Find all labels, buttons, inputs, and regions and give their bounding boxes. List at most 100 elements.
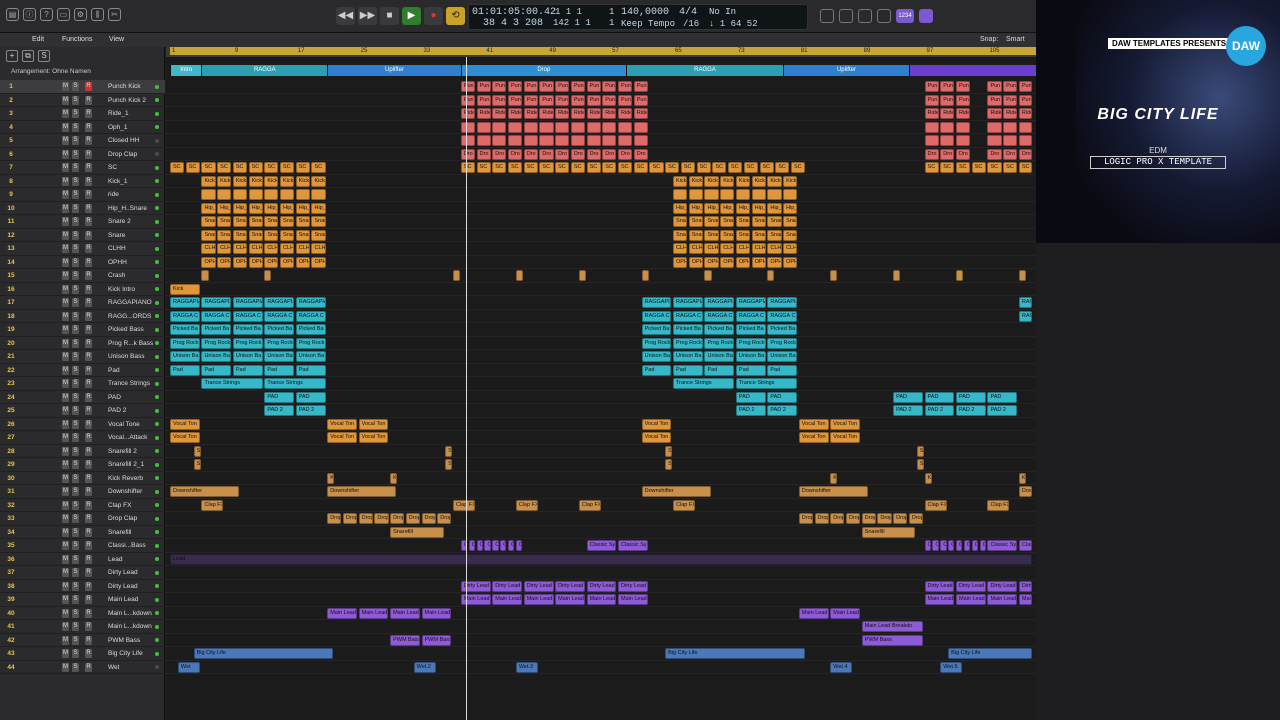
region[interactable]: CLHH [688,243,703,254]
mute-button[interactable]: M [62,635,69,645]
record-enable-button[interactable]: R [85,257,92,267]
region[interactable]: Pun [570,94,585,106]
region[interactable]: PAD 2 [893,405,923,416]
region[interactable]: Pun [586,94,601,106]
region[interactable]: Pad [264,364,295,376]
region[interactable]: Hip_ [704,202,719,214]
track-lane[interactable] [166,283,1036,296]
mute-button[interactable]: M [62,95,69,105]
region[interactable]: SC [586,162,601,173]
region[interactable]: C [468,540,475,551]
region[interactable]: K [327,472,335,484]
region[interactable]: Pun [476,94,491,106]
time-signature[interactable]: 4/4 [679,7,697,18]
region[interactable]: SC [743,162,758,173]
region[interactable]: Pun [1018,81,1032,92]
region[interactable] [1018,270,1026,281]
region[interactable]: Hip_ [201,202,216,214]
region[interactable]: SC [295,162,310,173]
track-header[interactable]: 18 M S R RAGG...ORDS [0,310,165,323]
track-name[interactable]: RAGGAPIANO [108,299,156,306]
track-header[interactable]: 36 M S R Lead [0,553,165,566]
track-header[interactable]: 21 M S R Unison Bass [0,350,165,364]
region[interactable]: PAD 2 [264,405,295,416]
region[interactable]: PAD 2 [767,405,798,416]
record-enable-button[interactable]: R [85,352,92,361]
record-enable-button[interactable]: R [85,595,92,604]
mute-button[interactable]: M [62,662,69,672]
region[interactable]: S [193,445,201,457]
region[interactable]: Classic Sy [618,540,648,551]
region[interactable]: PWM Bass [390,634,420,646]
mute-button[interactable]: M [62,392,69,402]
region[interactable]: Unison Ba [735,351,766,362]
region[interactable]: K [390,472,398,484]
region[interactable]: S [916,445,924,457]
track-name[interactable]: ride [108,191,156,198]
marker[interactable]: Uplifter [783,65,909,76]
region[interactable]: SC [523,162,538,173]
region[interactable]: Hip_ [264,202,279,214]
region[interactable]: Hip_ [767,202,782,214]
region[interactable]: Snar [735,216,751,227]
track-name[interactable]: Snarefill 2 [108,448,156,455]
region[interactable]: Wet.4 [830,661,853,673]
region[interactable]: Pun [633,81,648,92]
region[interactable] [492,121,507,133]
region[interactable]: Snar [720,229,735,241]
region[interactable]: Snar [751,216,766,227]
region[interactable] [633,135,648,146]
region[interactable]: SC [232,162,248,173]
track-header[interactable]: 30 M S R Kick Reverb [0,472,165,485]
record-enable-button[interactable]: R [85,82,92,91]
region[interactable]: Pun [1018,94,1032,106]
track-header[interactable]: 2 M S R Punch Kick 2 [0,94,165,107]
region[interactable]: Clap FX [201,499,224,511]
region[interactable]: Pun [492,94,507,106]
region[interactable]: SC [759,162,774,173]
region[interactable]: Snar [232,216,248,227]
region[interactable]: OPH [311,256,326,268]
region[interactable]: CLHH [248,243,263,254]
region[interactable]: Snar [295,216,310,227]
region[interactable] [586,135,601,146]
region[interactable]: SC [539,162,554,173]
region[interactable]: Main Lead [924,594,955,605]
region[interactable]: Pad [641,364,672,376]
arrange-area[interactable]: 1 9 17 25 33 41 49 57 65 73 81 89 97 105 Intro RAGGA Up… [166,47,1036,720]
duplicate-track-icon[interactable]: ⧉ [22,50,34,62]
record-enable-button[interactable]: R [85,662,92,672]
region[interactable]: Drop [877,513,892,524]
region[interactable]: Main Lead [421,607,452,619]
mute-button[interactable]: M [62,338,69,348]
region[interactable] [507,121,523,133]
track-header[interactable]: 7 M S R SC [0,161,165,175]
region[interactable]: Pun [507,94,523,106]
region[interactable]: Unison Ba [232,351,263,362]
region[interactable]: Dro [602,148,617,160]
record-enable-button[interactable]: R [85,608,92,618]
region[interactable]: Classic Sy [987,540,1018,551]
track-header[interactable]: 22 M S R Pad [0,364,165,377]
record-enable-button[interactable]: R [85,244,92,253]
track-header[interactable]: 11 M S R Snare 2 [0,215,165,229]
region[interactable]: S [193,459,201,470]
track-header[interactable]: 26 M S R Vocal Tone [0,418,165,431]
region[interactable]: C [515,540,523,551]
region[interactable]: PAD [295,391,326,403]
region[interactable]: SC [201,162,216,173]
region[interactable]: CLHH [783,243,798,254]
region[interactable]: Dirty Lead [987,580,1018,592]
region[interactable]: Pad [201,364,232,376]
track-header[interactable]: 8 M S R Kick_1 [0,175,165,188]
region[interactable]: Snar [688,216,703,227]
region[interactable]: RAGGA C [201,310,232,322]
solo-button[interactable]: S [72,622,79,631]
track-lane[interactable] [166,607,1036,620]
region[interactable]: Kick [280,175,295,187]
region[interactable]: Dro [555,148,570,160]
record-enable-button[interactable]: R [85,284,92,294]
region[interactable]: Drop [845,513,861,524]
track-header[interactable]: 39 M S R Main Lead [0,593,165,607]
region[interactable]: RAGGAPIA [201,297,232,308]
